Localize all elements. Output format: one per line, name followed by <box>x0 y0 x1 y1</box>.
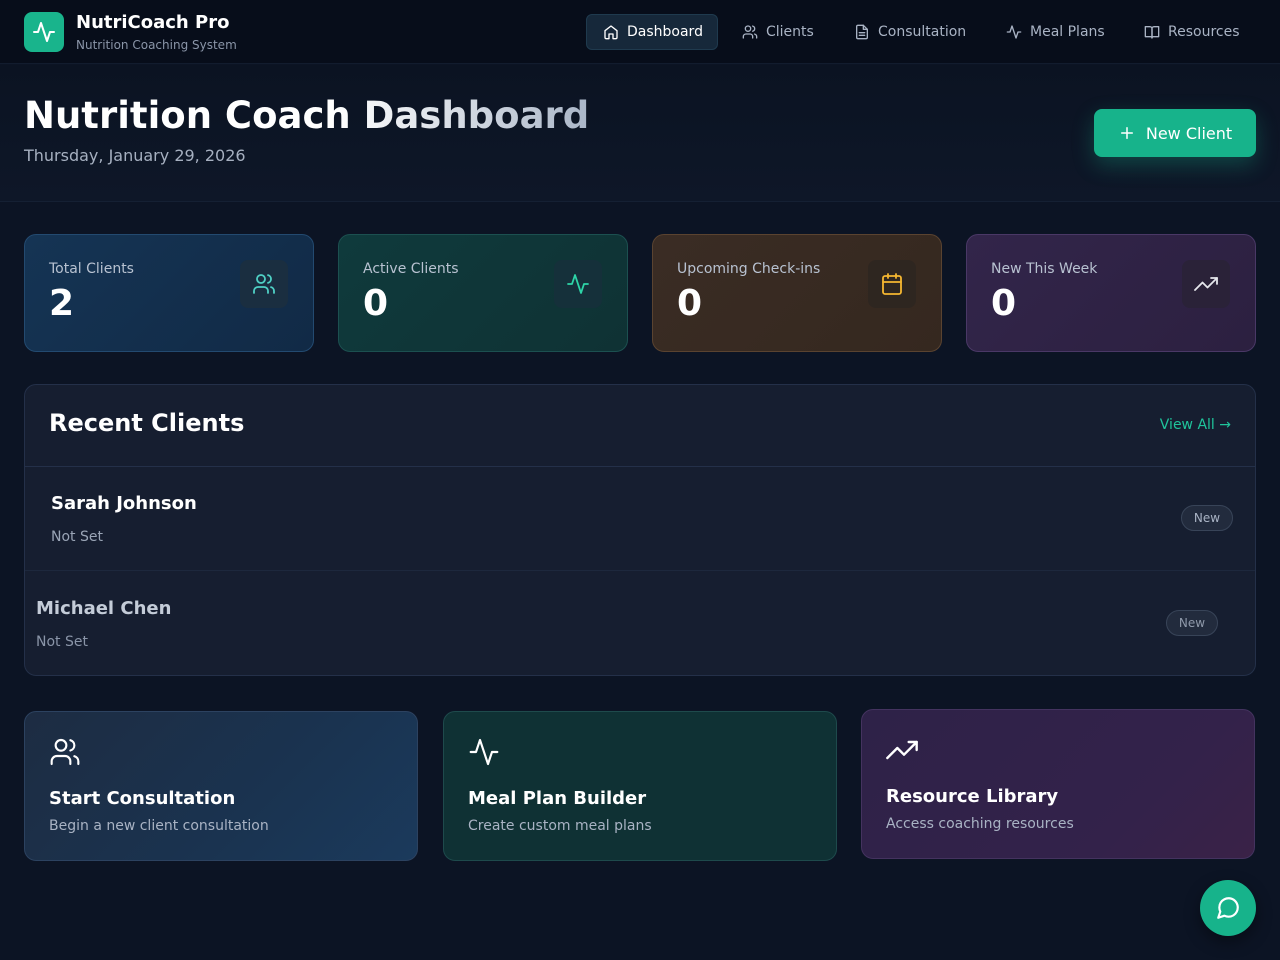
view-all-link[interactable]: View All → <box>1160 417 1231 433</box>
recent-clients-header: Recent Clients View All → <box>25 385 1255 467</box>
page-title: Nutrition Coach Dashboard <box>24 94 590 137</box>
trending-up-icon <box>886 740 918 760</box>
nav-resources-label: Resources <box>1168 24 1240 40</box>
action-title: Meal Plan Builder <box>468 788 647 809</box>
app-logo[interactable] <box>24 12 64 52</box>
home-icon <box>604 25 618 40</box>
client-goal: Not Set <box>36 634 88 650</box>
chat-bubble-icon <box>1217 897 1239 919</box>
app-subtitle: Nutrition Coaching System <box>76 38 237 52</box>
activity-icon <box>33 22 55 42</box>
client-row[interactable]: Michael Chen Not Set New <box>25 572 1255 675</box>
trending-up-icon <box>1194 277 1218 291</box>
stat-card-new-this-week: New This Week 0 <box>966 234 1256 352</box>
app-name: NutriCoach Pro <box>76 12 230 33</box>
status-badge: New <box>1181 505 1233 531</box>
activity-icon <box>469 738 499 766</box>
meal-plan-builder-card[interactable]: Meal Plan Builder Create custom meal pla… <box>443 711 837 861</box>
client-name: Michael Chen <box>36 598 172 619</box>
resource-library-card[interactable]: Resource Library Access coaching resourc… <box>861 709 1255 859</box>
stat-icon-box <box>868 260 916 308</box>
stat-icon-box <box>1182 260 1230 308</box>
nav-resources[interactable]: Resources <box>1128 14 1256 50</box>
client-name: Sarah Johnson <box>51 493 197 514</box>
client-goal: Not Set <box>51 529 103 545</box>
action-description: Begin a new client consultation <box>49 818 269 834</box>
client-row[interactable]: Sarah Johnson Not Set New <box>25 467 1255 571</box>
nav-clients-label: Clients <box>766 24 814 40</box>
action-title: Resource Library <box>886 786 1059 807</box>
book-icon <box>1144 26 1160 39</box>
action-description: Create custom meal plans <box>468 818 652 834</box>
recent-clients-panel: Recent Clients View All → Sarah Johnson … <box>24 384 1256 676</box>
stat-card-upcoming-checkins: Upcoming Check-ins 0 <box>652 234 942 352</box>
current-date: Thursday, January 29, 2026 <box>24 146 246 165</box>
calendar-icon <box>882 273 902 295</box>
users-icon <box>742 25 758 39</box>
users-icon <box>50 738 80 766</box>
document-icon <box>856 24 868 40</box>
stat-card-active-clients: Active Clients 0 <box>338 234 628 352</box>
nav-clients[interactable]: Clients <box>726 14 830 50</box>
users-icon <box>253 274 275 294</box>
nav-meal-plans[interactable]: Meal Plans <box>990 14 1121 50</box>
stat-card-total-clients: Total Clients 2 <box>24 234 314 352</box>
plus-icon <box>1120 127 1133 139</box>
nav-consultation[interactable]: Consultation <box>838 14 982 50</box>
top-navigation-bar: NutriCoach Pro Nutrition Coaching System… <box>0 0 1280 64</box>
nav-consultation-label: Consultation <box>878 24 967 40</box>
section-title: Recent Clients <box>49 409 245 437</box>
nav-meal-plans-label: Meal Plans <box>1030 24 1105 40</box>
activity-icon <box>567 274 589 294</box>
status-badge: New <box>1166 610 1218 636</box>
activity-icon <box>1006 25 1022 39</box>
action-title: Start Consultation <box>49 788 236 809</box>
nav-dashboard[interactable]: Dashboard <box>586 14 718 50</box>
new-client-button[interactable]: New Client <box>1094 109 1256 157</box>
stat-icon-box <box>240 260 288 308</box>
nav-dashboard-label: Dashboard <box>627 24 703 40</box>
stat-icon-box <box>554 260 602 308</box>
chat-button[interactable] <box>1200 880 1256 936</box>
start-consultation-card[interactable]: Start Consultation Begin a new client co… <box>24 711 418 861</box>
new-client-label: New Client <box>1145 123 1233 143</box>
action-description: Access coaching resources <box>886 816 1074 832</box>
